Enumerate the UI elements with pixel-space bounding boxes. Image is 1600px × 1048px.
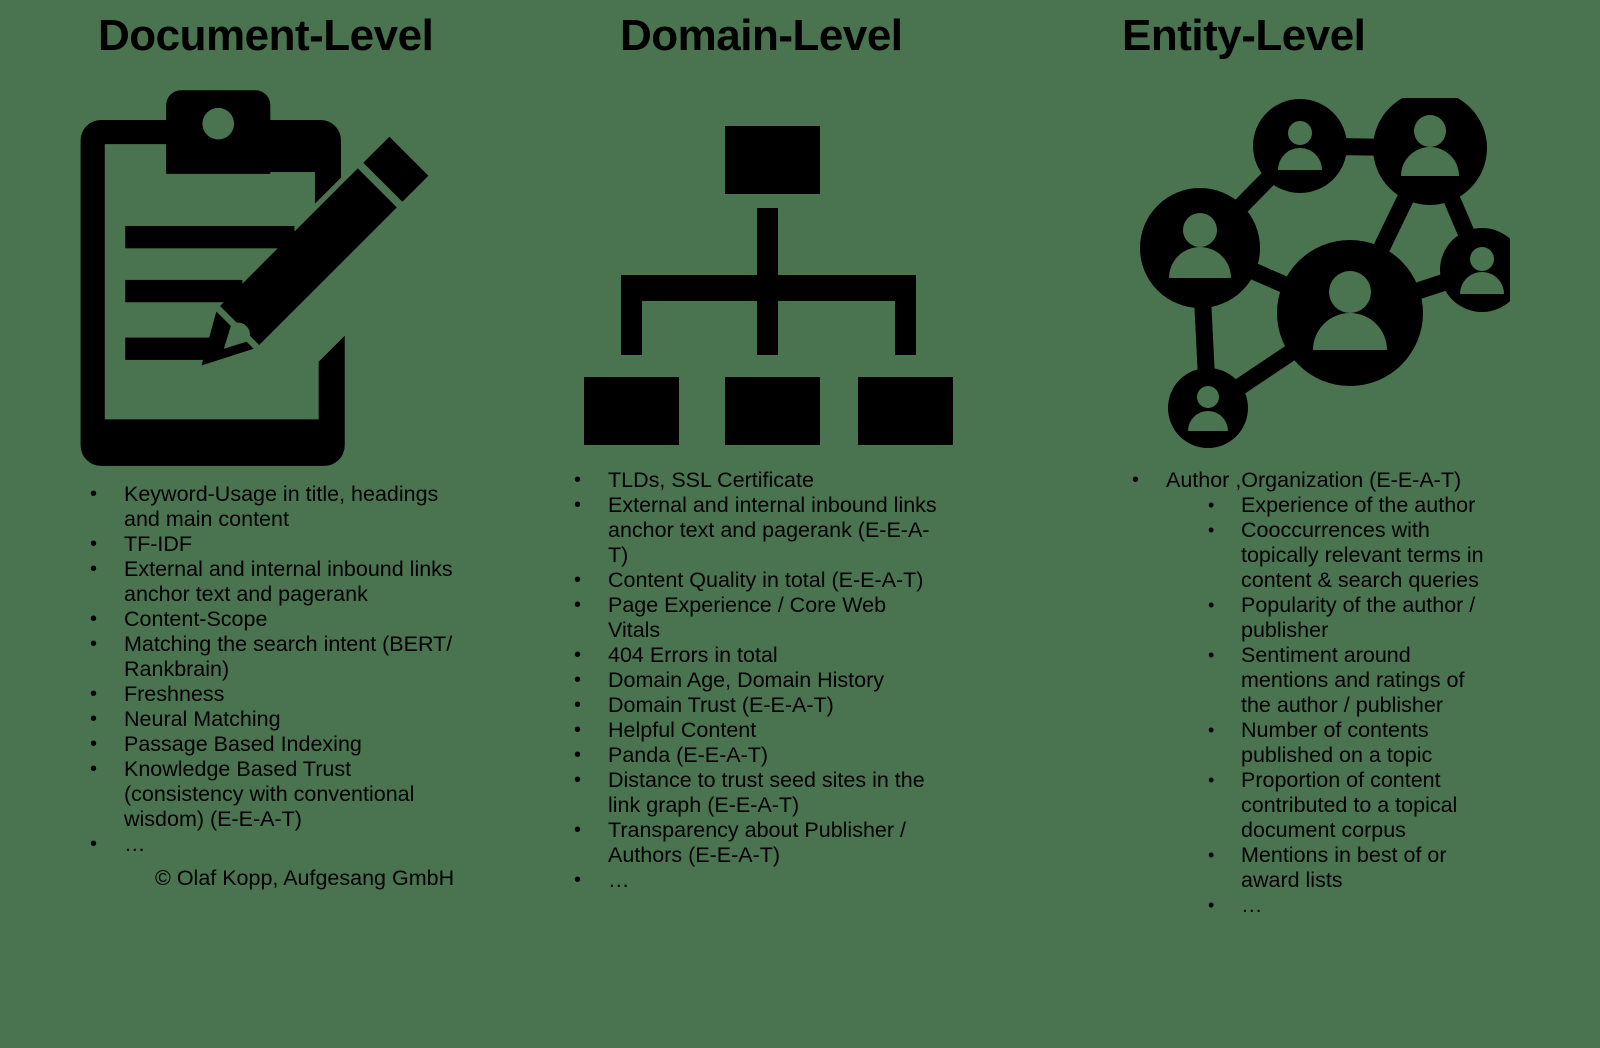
column-title-domain-level: Domain-Level <box>620 11 903 60</box>
list-item: Transparency about Publisher / Authors (… <box>570 818 940 868</box>
list-item-label: … <box>124 832 146 856</box>
list-item-label: Page Experience / Core Web Vitals <box>608 593 887 642</box>
list-item: Domain Trust (E-E-A-T) <box>570 693 940 718</box>
list-item: Panda (E-E-A-T) <box>570 743 940 768</box>
sub-list-item: Experience of the author <box>1166 493 1488 518</box>
list-item: Helpful Content <box>570 718 940 743</box>
list-item-label: Author ,Organization (E-E-A-T) <box>1166 468 1462 492</box>
list-item: Distance to trust seed sites in the link… <box>570 768 940 818</box>
list-item-label: Transparency about Publisher / Authors (… <box>608 818 906 867</box>
list-item-label: Passage Based Indexing <box>124 732 362 756</box>
domain-level-list: TLDs, SSL Certificate External and inter… <box>570 468 940 893</box>
sub-list-item: Sentiment around mentions and ratings of… <box>1166 643 1488 718</box>
sub-list-item: Cooccurrences with topically relevant te… <box>1166 518 1488 593</box>
column-entity-level: Entity-Level • Author ,Organization (E-E… <box>1100 0 1600 1048</box>
list-item: Neural Matching <box>86 707 456 732</box>
list-item-label: Matching the search intent (BERT/ Rankbr… <box>124 632 453 681</box>
sub-list-item: Proportion of content contributed to a t… <box>1166 768 1488 843</box>
sub-list-item-label: Cooccurrences with topically relevant te… <box>1241 518 1484 592</box>
list-item-label: TF-IDF <box>124 532 193 556</box>
list-item-label: Content-Scope <box>124 607 268 631</box>
sub-list-item-label: … <box>1241 893 1263 917</box>
list-item: External and internal inbound links anch… <box>86 557 456 607</box>
document-level-list: Keyword-Usage in title, headings and mai… <box>86 482 456 857</box>
entity-network-icon <box>1100 98 1510 458</box>
list-item-label: Domain Age, Domain History <box>608 668 885 692</box>
list-item: Author ,Organization (E-E-A-T) Experienc… <box>1128 468 1488 918</box>
list-item: Knowledge Based Trust (consistency with … <box>86 757 456 832</box>
list-item: Keyword-Usage in title, headings and mai… <box>86 482 456 532</box>
column-domain-level: Domain-Level TLDs, SSL Certificate Exter… <box>540 0 1100 1048</box>
list-item-label: Knowledge Based Trust (consistency with … <box>124 757 415 831</box>
sub-list-item: Popularity of the author / publisher <box>1166 593 1488 643</box>
sub-list-item-label: Number of contents published on a topic <box>1241 718 1433 767</box>
list-item-label: Keyword-Usage in title, headings and mai… <box>124 482 439 531</box>
list-item: External and internal inbound links anch… <box>570 493 940 568</box>
sub-list-item-label: Proportion of content contributed to a t… <box>1241 768 1458 842</box>
list-item: Content Quality in total (E-E-A-T) <box>570 568 940 593</box>
entity-level-list: Author ,Organization (E-E-A-T) Experienc… <box>1128 468 1488 918</box>
list-item-label: … <box>608 868 630 892</box>
list-item-label: External and internal inbound links anch… <box>608 493 937 567</box>
sub-list-item: Number of contents published on a topic <box>1166 718 1488 768</box>
list-item-label: External and internal inbound links anch… <box>124 557 453 606</box>
list-item: Matching the search intent (BERT/ Rankbr… <box>86 632 456 682</box>
list-item: Content-Scope <box>86 607 456 632</box>
list-item-label: Neural Matching <box>124 707 281 731</box>
sitemap-hierarchy-icon <box>558 112 978 452</box>
column-document-level: Document-Level • Keyword-Usage in title,… <box>0 0 540 1048</box>
list-item: 404 Errors in total <box>570 643 940 668</box>
list-item: Domain Age, Domain History <box>570 668 940 693</box>
sub-list-item-label: Experience of the author <box>1241 493 1476 517</box>
list-item-label: Panda (E-E-A-T) <box>608 743 769 767</box>
clipboard-pencil-icon <box>62 88 434 470</box>
list-item: … <box>86 832 456 857</box>
list-item-label: 404 Errors in total <box>608 643 778 667</box>
credit-line: © Olaf Kopp, Aufgesang GmbH <box>155 866 455 890</box>
list-item: … <box>570 868 940 893</box>
list-item-label: Freshness <box>124 682 225 706</box>
list-item: Page Experience / Core Web Vitals <box>570 593 940 643</box>
ranking-factors-diagram: Document-Level • Keyword-Usage in title,… <box>0 0 1600 1048</box>
list-item-label: TLDs, SSL Certificate <box>608 468 814 492</box>
list-item-label: Content Quality in total (E-E-A-T) <box>608 568 924 592</box>
sub-list-item-label: Sentiment around mentions and ratings of… <box>1241 643 1465 717</box>
sub-list-item-label: Mentions in best of or award lists <box>1241 843 1447 892</box>
sub-list-item: Mentions in best of or award lists <box>1166 843 1488 893</box>
list-item: Freshness <box>86 682 456 707</box>
list-item-label: Domain Trust (E-E-A-T) <box>608 693 834 717</box>
sub-list-item: … <box>1166 893 1488 918</box>
list-item: TF-IDF <box>86 532 456 557</box>
list-item: Passage Based Indexing <box>86 732 456 757</box>
list-item: TLDs, SSL Certificate <box>570 468 940 493</box>
column-title-entity-level: Entity-Level <box>1122 11 1366 60</box>
list-item-label: Helpful Content <box>608 718 757 742</box>
column-title-document-level: Document-Level <box>98 11 434 60</box>
list-item-label: Distance to trust seed sites in the link… <box>608 768 925 817</box>
sub-list-item-label: Popularity of the author / publisher <box>1241 593 1476 642</box>
entity-level-sublist: Experience of the author Cooccurrences w… <box>1166 493 1488 918</box>
